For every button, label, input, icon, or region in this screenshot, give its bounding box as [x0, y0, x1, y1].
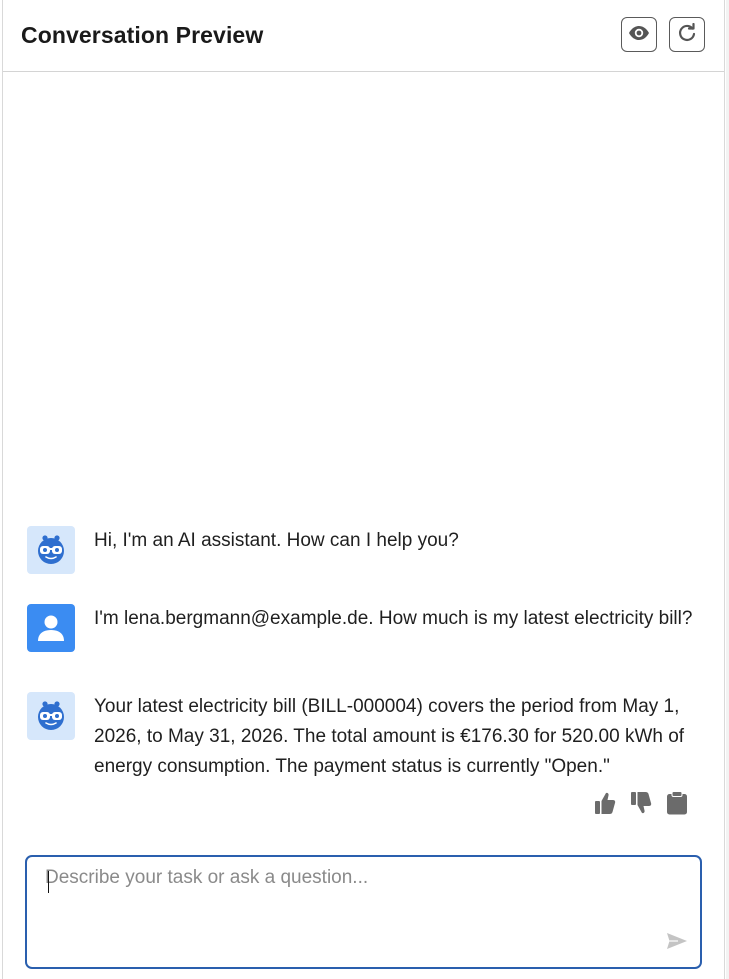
- refresh-icon: [677, 22, 697, 46]
- conversation-panel: Conversation Preview Hi, I'm an AI assis…: [2, 0, 725, 979]
- chat-input[interactable]: [45, 867, 645, 927]
- eye-icon: [628, 25, 650, 44]
- bot-avatar-icon: [27, 692, 75, 740]
- panel-header: Conversation Preview: [3, 0, 724, 72]
- chat-composer: [25, 855, 702, 969]
- text-caret: [48, 871, 49, 893]
- send-icon: [666, 932, 688, 955]
- send-button[interactable]: [665, 932, 689, 954]
- message-text: Your latest electricity bill (BILL-00000…: [94, 696, 685, 777]
- user-avatar-icon: [27, 604, 75, 652]
- bot-avatar-icon: [27, 526, 75, 574]
- clipboard-icon[interactable]: [665, 790, 689, 816]
- preview-button[interactable]: [621, 17, 657, 52]
- page-title: Conversation Preview: [21, 22, 264, 48]
- refresh-button[interactable]: [669, 17, 705, 52]
- thumbs-down-icon[interactable]: [629, 790, 653, 816]
- message-text: Hi, I'm an AI assistant. How can I help …: [94, 530, 459, 551]
- thumbs-up-icon[interactable]: [593, 790, 617, 816]
- message-actions: [593, 790, 689, 816]
- message-text: I'm lena.bergmann@example.de. How much i…: [94, 608, 693, 629]
